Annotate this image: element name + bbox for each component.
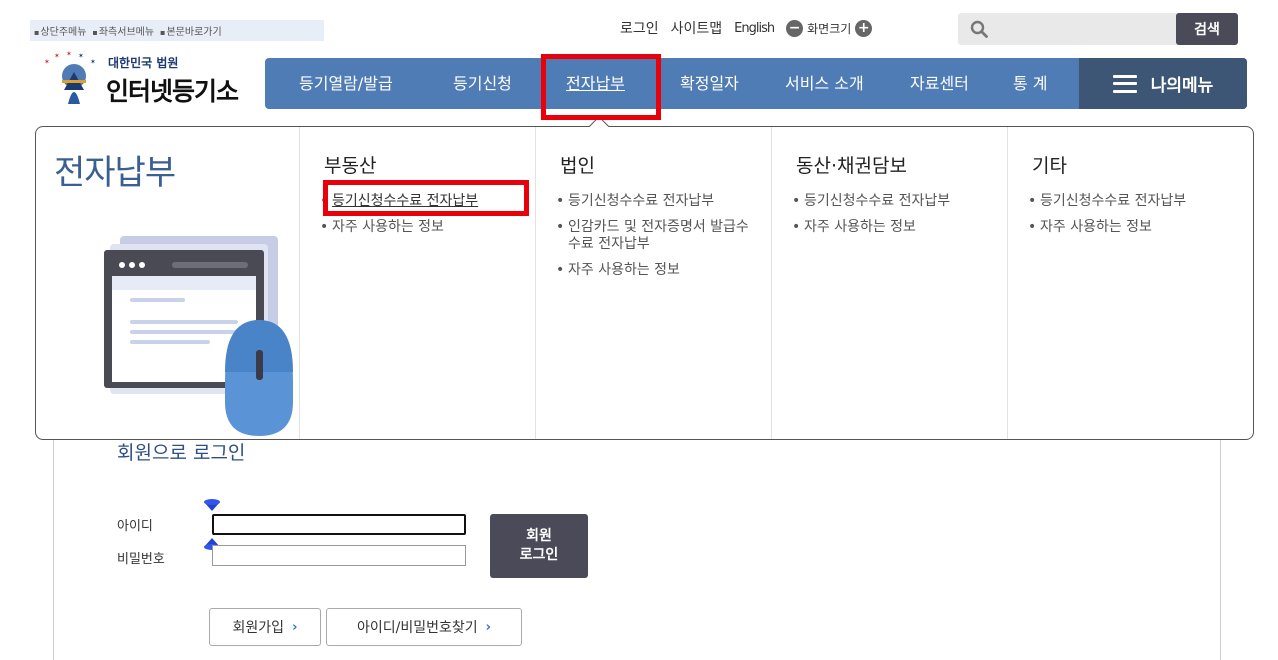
menu-item-other-fee-payment[interactable]: 등기신청수수료 전자납부 [1028,193,1186,210]
zoom-in-icon[interactable]: + [855,19,873,37]
skip-navigation: 상단주메뉴 좌측서브메뉴 본문바로가기 [30,20,324,41]
search-box: 검색 [958,13,1238,45]
nav-item-fixed-date[interactable]: 확정일자 [680,58,739,109]
login-button-line2: 로그인 [519,547,559,563]
svg-text:✶: ✶ [90,58,96,66]
my-menu-label: 나의메뉴 [1150,76,1214,96]
menu-item-real-estate-faq[interactable]: 자주 사용하는 정보 [320,219,478,236]
menu-item-corp-faq[interactable]: 자주 사용하는 정보 [556,262,766,279]
password-label: 비밀번호 [117,552,165,567]
chevron-right-icon: › [485,619,491,635]
nav-item-registry-view[interactable]: 등기열람/발급 [299,58,393,109]
court-emblem-icon: ✶ ✶ ✶ ✶ ✶ [44,50,96,104]
highlight-box-fee-payment-item [323,180,529,216]
skip-link-side-menu[interactable]: 좌측서브메뉴 [92,23,154,38]
menu-column-other: 기타 등기신청수수료 전자납부 자주 사용하는 정보 [1007,127,1253,439]
skip-link-content[interactable]: 본문바로가기 [160,23,221,38]
search-icon [970,20,988,38]
zoom-label: 화면크기 [807,21,852,36]
nav-item-data-center[interactable]: 자료센터 [910,58,969,109]
column-heading: 기타 [1032,155,1067,177]
login-heading: 회원으로 로그인 [117,442,246,464]
find-account-label: 아이디/비밀번호찾기 [357,620,478,636]
menu-item-corp-fee-payment[interactable]: 등기신청수수료 전자납부 [556,193,766,210]
menu-column-real-estate: 부동산 등기신청수수료 전자납부 자주 사용하는 정보 [299,127,535,439]
drag-handle-icon[interactable] [203,498,221,512]
join-button[interactable]: 회원가입 › [209,608,321,646]
site-logo[interactable]: ✶ ✶ ✶ ✶ ✶ 대한민국 법원 인터넷등기소 [38,50,258,110]
search-input[interactable] [994,17,1164,41]
menu-item-corp-seal-cert-payment[interactable]: 인감카드 및 전자증명서 발급수수료 전자납부 [556,219,756,253]
member-login-button[interactable]: 회원 로그인 [490,514,588,578]
column-heading: 부동산 [324,155,377,177]
find-account-button[interactable]: 아이디/비밀번호찾기 › [326,608,522,646]
highlight-box-e-payment-tab [541,54,661,120]
skip-link-top-menu[interactable]: 상단주메뉴 [34,23,86,38]
svg-text:✶: ✶ [66,50,72,58]
mega-menu-title: 전자납부 [54,153,176,193]
nav-item-service-intro[interactable]: 서비스 소개 [785,58,864,109]
nav-item-statistics[interactable]: 통 계 [1013,58,1048,109]
id-label: 아이디 [117,519,153,534]
sitemap-link[interactable]: 사이트맵 [671,18,723,38]
menu-item-movable-fee-payment[interactable]: 등기신청수수료 전자납부 [792,193,950,210]
svg-text:✶: ✶ [54,52,60,60]
join-label: 회원가입 [232,620,285,636]
id-input[interactable] [212,514,466,535]
login-link[interactable]: 로그인 [620,18,659,38]
logo-title: 인터넷등기소 [106,77,239,106]
utility-bar: 로그인 사이트맵 English − 화면크기 + [620,14,873,42]
svg-text:✶: ✶ [44,58,50,66]
menu-column-movable: 동산·채권담보 등기신청수수료 전자납부 자주 사용하는 정보 [771,127,1007,439]
main-navigation: 등기열람/발급 등기신청 전자납부 확정일자 서비스 소개 자료센터 통 계 나… [265,58,1247,109]
menu-item-other-faq[interactable]: 자주 사용하는 정보 [1028,219,1186,236]
search-button[interactable]: 검색 [1176,13,1238,45]
menu-column-corporation: 법인 등기신청수수료 전자납부 인감카드 및 전자증명서 발급수수료 전자납부 … [535,127,771,439]
monitor-mouse-illustration [104,236,293,436]
english-link[interactable]: English [734,21,775,36]
column-heading: 법인 [560,155,595,177]
zoom-control: − 화면크기 + [786,19,873,37]
hamburger-icon [1112,74,1137,93]
password-input[interactable] [212,545,466,566]
svg-text:✶: ✶ [78,52,84,60]
chevron-right-icon: › [292,619,298,635]
nav-item-registry-apply[interactable]: 등기신청 [453,58,512,109]
my-menu-button[interactable]: 나의메뉴 [1079,58,1247,109]
zoom-out-icon[interactable]: − [786,19,804,37]
logo-subtitle: 대한민국 법원 [108,56,179,70]
menu-item-movable-faq[interactable]: 자주 사용하는 정보 [792,219,950,236]
login-button-line1: 회원 [526,528,552,544]
column-heading: 동산·채권담보 [796,155,907,177]
